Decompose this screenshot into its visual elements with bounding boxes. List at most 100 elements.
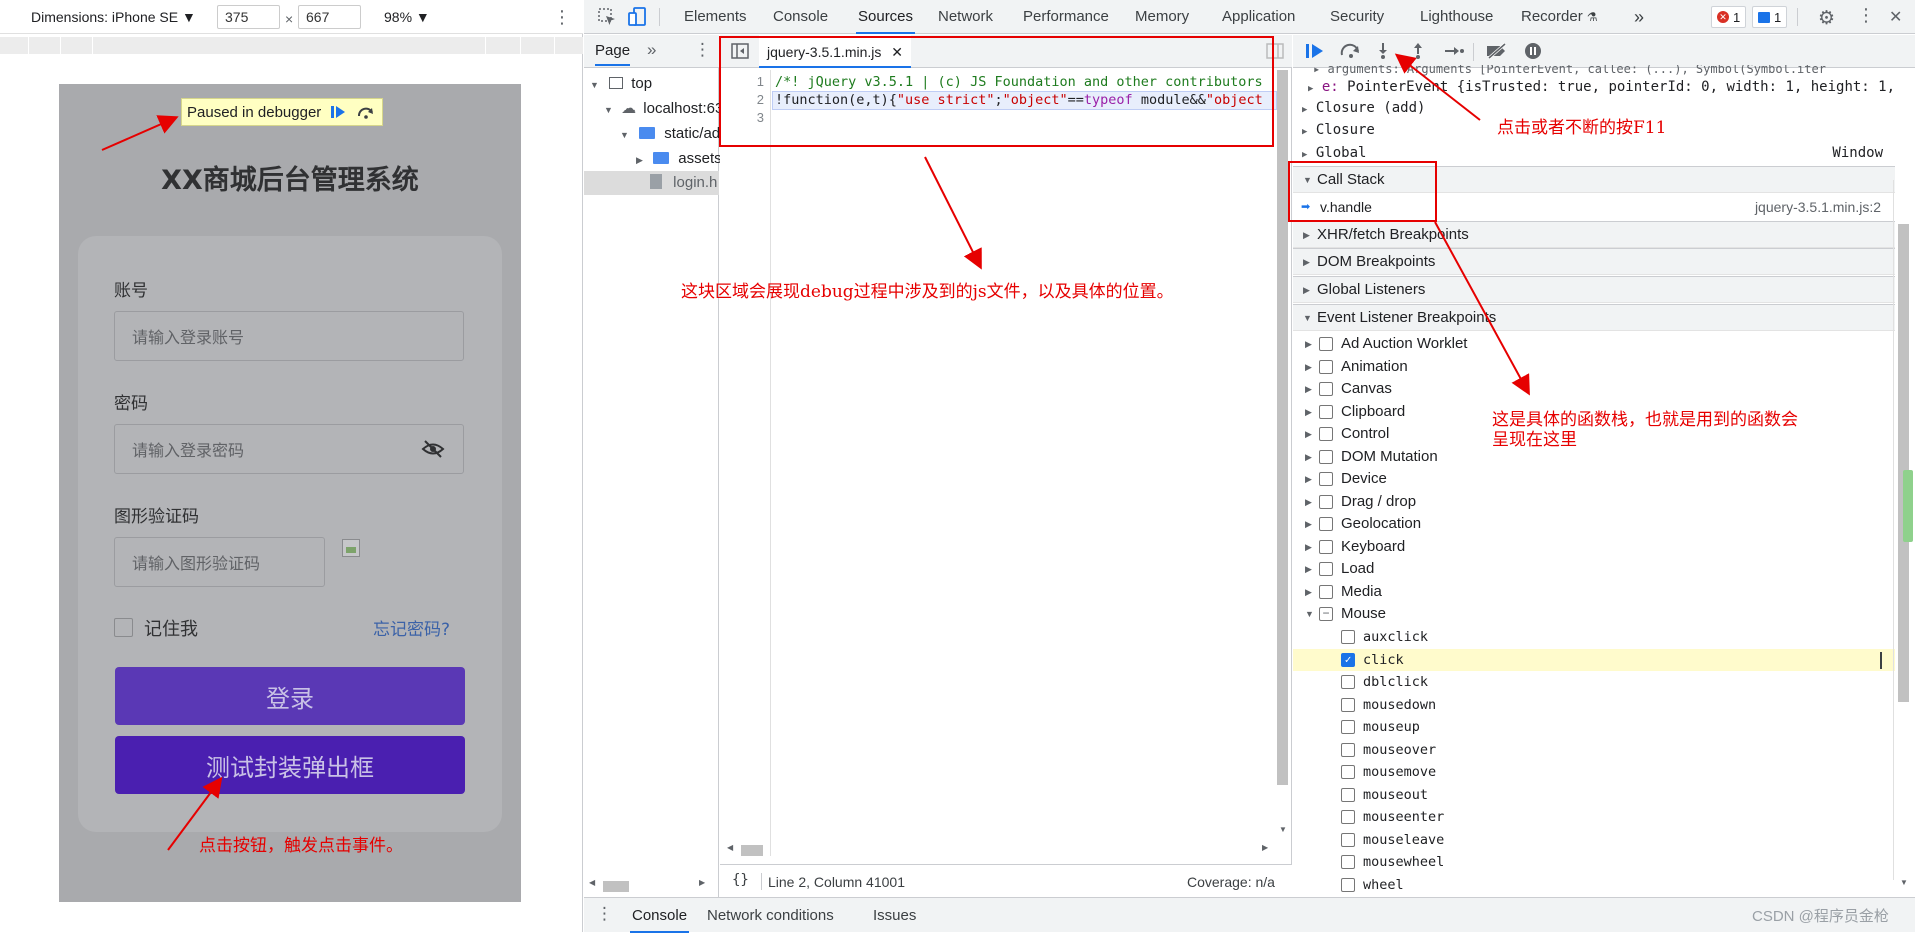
- mouse-event-row[interactable]: mouseleave: [1293, 829, 1895, 852]
- event-checkbox[interactable]: [1341, 810, 1355, 824]
- event-category-row[interactable]: ▶ Animation: [1293, 356, 1895, 379]
- category-checkbox[interactable]: [1319, 472, 1333, 486]
- event-checkbox[interactable]: [1341, 742, 1355, 757]
- tree-item-localhost[interactable]: ▼ ☁ localhost:63: [604, 97, 723, 121]
- mouse-event-row[interactable]: mousemove: [1293, 761, 1895, 784]
- category-checkbox[interactable]: [1319, 427, 1333, 441]
- tab-network[interactable]: Network: [938, 0, 993, 34]
- password-input[interactable]: 请输入登录密码: [114, 424, 464, 474]
- tree-item-assets[interactable]: ▶ assets: [636, 147, 722, 171]
- tree-item-login-html[interactable]: login.h: [584, 171, 719, 195]
- scope-event-row[interactable]: ▶ e: PointerEvent {isTrusted: true, poin…: [1293, 76, 1895, 98]
- event-category-row[interactable]: ▶ Load: [1293, 558, 1895, 581]
- step-icon[interactable]: [1444, 44, 1464, 61]
- event-category-row[interactable]: ▶ Device: [1293, 468, 1895, 491]
- step-over-icon[interactable]: [355, 101, 377, 123]
- drawer-tab-console[interactable]: Console: [630, 898, 690, 933]
- event-listener-breakpoints-header[interactable]: ▼ Event Listener Breakpoints: [1293, 304, 1895, 331]
- global-listeners-header[interactable]: ▶ Global Listeners: [1293, 276, 1895, 303]
- event-checkbox[interactable]: [1341, 675, 1355, 689]
- deactivate-breakpoints-icon[interactable]: [1486, 42, 1508, 62]
- event-checkbox[interactable]: [1341, 765, 1355, 779]
- mouse-event-row[interactable]: mousedown: [1293, 694, 1895, 717]
- category-checkbox[interactable]: [1319, 517, 1333, 531]
- category-checkbox[interactable]: −: [1319, 607, 1333, 621]
- captcha-input[interactable]: 请输入图形验证码: [114, 537, 325, 587]
- scroll-down-icon[interactable]: ▼: [1900, 878, 1908, 887]
- scope-closure-add[interactable]: ▶ Closure (add): [1293, 97, 1895, 119]
- mouse-event-row[interactable]: mouseenter: [1293, 806, 1895, 829]
- tab-recorder[interactable]: Recorder ⚗: [1521, 0, 1598, 34]
- navigator-horizontal-scrollbar[interactable]: ◀ ▶: [589, 878, 707, 892]
- event-checkbox[interactable]: [1341, 855, 1355, 869]
- category-checkbox[interactable]: [1319, 562, 1333, 576]
- mouse-event-row[interactable]: mouseover: [1293, 739, 1895, 762]
- tree-item-static[interactable]: ▼ static/ad: [620, 122, 720, 146]
- more-options-icon[interactable]: ⋮: [553, 7, 571, 28]
- xhr-breakpoints-header[interactable]: ▶ XHR/fetch Breakpoints: [1293, 221, 1895, 248]
- test-popup-button[interactable]: 测试封装弹出框: [115, 736, 465, 794]
- editor-horizontal-scrollbar[interactable]: ◀ ▶: [727, 843, 1270, 857]
- event-category-row[interactable]: ▶ Media: [1293, 581, 1895, 604]
- step-into-icon[interactable]: [1376, 42, 1390, 63]
- drawer-menu-icon[interactable]: ⋮: [596, 904, 613, 924]
- mouse-event-row[interactable]: auxclick: [1293, 626, 1895, 649]
- resume-icon[interactable]: [1305, 43, 1325, 62]
- navigator-menu-icon[interactable]: ⋮: [694, 40, 711, 60]
- mouse-event-row[interactable]: ✓ click: [1293, 648, 1895, 671]
- mouse-event-row[interactable]: mousewheel: [1293, 851, 1895, 874]
- inspect-element-icon[interactable]: [598, 8, 616, 29]
- drawer-tab-issues[interactable]: Issues: [873, 898, 916, 933]
- device-toolbar-icon[interactable]: [628, 7, 646, 30]
- tab-lighthouse[interactable]: Lighthouse: [1420, 0, 1493, 34]
- editor-vertical-scrollbar[interactable]: [1277, 70, 1288, 785]
- step-over-icon[interactable]: [1340, 43, 1362, 62]
- tab-application[interactable]: Application: [1222, 0, 1295, 34]
- devtools-menu-icon[interactable]: ⋮: [1857, 5, 1875, 26]
- event-checkbox[interactable]: [1341, 877, 1355, 892]
- message-count-badge[interactable]: 1: [1752, 6, 1788, 28]
- error-count-badge[interactable]: ✕ 1: [1711, 6, 1747, 28]
- scroll-down-icon[interactable]: ▼: [1279, 825, 1287, 834]
- drawer-tab-network-conditions[interactable]: Network conditions: [707, 898, 834, 933]
- eye-hidden-icon[interactable]: [421, 439, 445, 463]
- mouse-event-row[interactable]: mouseup: [1293, 716, 1895, 739]
- category-checkbox[interactable]: [1319, 584, 1333, 599]
- event-category-row[interactable]: ▶ Keyboard: [1293, 536, 1895, 559]
- event-category-row[interactable]: ▶ DOM Mutation: [1293, 446, 1895, 469]
- navigator-more-icon[interactable]: »: [647, 40, 656, 60]
- media-query-ruler[interactable]: [0, 37, 583, 54]
- pause-on-exceptions-icon[interactable]: [1524, 42, 1542, 63]
- tab-security[interactable]: Security: [1330, 0, 1384, 34]
- login-button[interactable]: 登录: [115, 667, 465, 725]
- tab-performance[interactable]: Performance: [1023, 0, 1109, 34]
- device-height-input[interactable]: 667: [298, 5, 361, 29]
- more-tabs-icon[interactable]: »: [1634, 0, 1644, 34]
- mouse-event-row[interactable]: mouseout: [1293, 784, 1895, 807]
- event-checkbox[interactable]: [1341, 832, 1355, 847]
- event-category-row[interactable]: ▶ Canvas: [1293, 378, 1895, 401]
- sidebar-vertical-scrollbar[interactable]: [1898, 224, 1909, 702]
- event-category-row[interactable]: ▶ Drag / drop: [1293, 491, 1895, 514]
- category-checkbox[interactable]: [1319, 337, 1333, 351]
- device-width-input[interactable]: 375: [217, 5, 280, 29]
- device-selector[interactable]: Dimensions: iPhone SE ▼: [31, 9, 196, 25]
- close-devtools-icon[interactable]: ✕: [1889, 7, 1902, 27]
- event-checkbox[interactable]: [1341, 697, 1355, 712]
- event-category-row[interactable]: ▶ Geolocation: [1293, 513, 1895, 536]
- dom-breakpoints-header[interactable]: ▶ DOM Breakpoints: [1293, 248, 1895, 275]
- tab-sources[interactable]: Sources: [856, 0, 916, 34]
- event-checkbox[interactable]: [1341, 720, 1355, 734]
- category-checkbox[interactable]: [1319, 382, 1333, 396]
- category-checkbox[interactable]: [1319, 539, 1333, 554]
- event-category-row[interactable]: ▶ Ad Auction Worklet: [1293, 333, 1895, 356]
- category-checkbox[interactable]: [1319, 404, 1333, 419]
- event-category-row[interactable]: ▼ − Mouse: [1293, 603, 1895, 626]
- category-checkbox[interactable]: [1319, 494, 1333, 509]
- forgot-password-link[interactable]: 忘记密码?: [373, 615, 450, 640]
- event-checkbox[interactable]: [1341, 787, 1355, 802]
- category-checkbox[interactable]: [1319, 359, 1333, 374]
- resume-icon[interactable]: [327, 101, 349, 123]
- settings-gear-icon[interactable]: ⚙: [1818, 7, 1835, 30]
- tab-elements[interactable]: Elements: [684, 0, 747, 34]
